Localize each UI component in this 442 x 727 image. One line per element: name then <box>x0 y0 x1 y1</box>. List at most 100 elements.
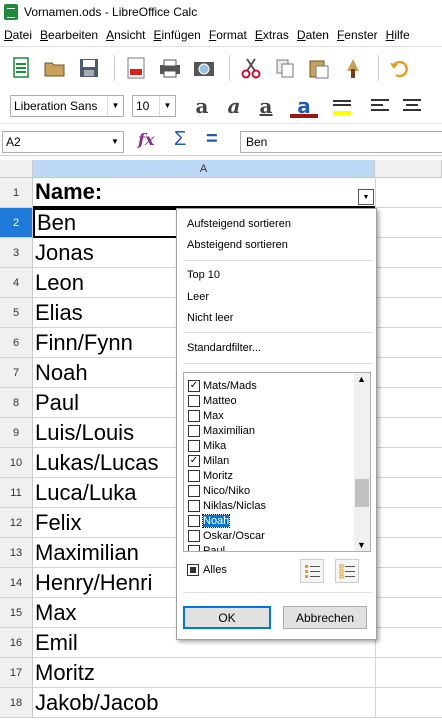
filter-list-item[interactable]: Moritz <box>188 468 233 483</box>
empty-cell[interactable] <box>375 598 442 628</box>
filter-list-item[interactable]: Maximilian <box>188 423 255 438</box>
italic-icon[interactable]: a <box>220 92 248 120</box>
row-header[interactable]: 10 <box>0 448 33 478</box>
row-header[interactable]: 5 <box>0 298 33 328</box>
underline-icon[interactable]: a <box>252 92 280 120</box>
checkbox[interactable] <box>188 394 200 407</box>
font-name-box[interactable]: Liberation Sans ▼ <box>10 94 124 117</box>
checkbox[interactable] <box>188 439 200 452</box>
font-color-icon[interactable]: a <box>290 92 318 120</box>
select-current-only-icon[interactable] <box>300 559 324 583</box>
empty-cell[interactable] <box>375 568 442 598</box>
row-header[interactable]: 2 <box>0 208 33 238</box>
row-header[interactable]: 12 <box>0 508 33 538</box>
chevron-up-icon[interactable]: ▲ <box>357 374 366 384</box>
checkbox[interactable] <box>188 424 200 437</box>
print-icon[interactable] <box>155 53 185 83</box>
clone-formatting-icon[interactable] <box>338 53 368 83</box>
open-folder-icon[interactable] <box>40 53 70 83</box>
name-cell[interactable]: Moritz <box>33 658 375 688</box>
sort-descending-item[interactable]: Absteigend sortieren <box>187 239 288 251</box>
row-header[interactable]: 11 <box>0 478 33 508</box>
empty-cell[interactable] <box>375 658 442 688</box>
menu-edit[interactable]: Bearbeiten <box>36 28 102 42</box>
list-scrollbar[interactable]: ▲ ▼ <box>354 373 370 551</box>
empty-cell[interactable] <box>375 538 442 568</box>
not-empty-item[interactable]: Nicht leer <box>187 312 233 324</box>
undo-icon[interactable] <box>385 53 415 83</box>
empty-cell[interactable] <box>375 388 442 418</box>
sort-ascending-item[interactable]: Aufsteigend sortieren <box>187 218 291 230</box>
menu-view[interactable]: Ansicht <box>102 28 149 42</box>
filter-list-item[interactable]: Matteo <box>188 393 237 408</box>
highlight-color-icon[interactable] <box>328 92 356 120</box>
align-center-icon[interactable] <box>398 92 426 120</box>
chevron-down-icon[interactable]: ▼ <box>159 95 175 116</box>
formula-input[interactable]: Ben <box>240 131 442 153</box>
checkbox[interactable] <box>188 529 200 542</box>
empty-cell[interactable] <box>375 628 442 658</box>
empty-cell[interactable] <box>375 688 442 718</box>
filter-list-item[interactable]: ✓ Milan <box>188 453 229 468</box>
row-header[interactable]: 7 <box>0 358 33 388</box>
export-pdf-icon[interactable] <box>121 53 151 83</box>
row-header[interactable]: 4 <box>0 268 33 298</box>
row-header[interactable]: 8 <box>0 388 33 418</box>
row-header[interactable]: 15 <box>0 598 33 628</box>
align-left-icon[interactable] <box>366 92 394 120</box>
empty-cell[interactable] <box>375 208 442 238</box>
row-header[interactable]: 13 <box>0 538 33 568</box>
column-header-b[interactable] <box>375 160 442 178</box>
checkbox[interactable] <box>188 514 200 527</box>
chevron-down-icon[interactable]: ▼ <box>107 132 123 152</box>
menu-insert[interactable]: Einfügen <box>149 28 204 42</box>
row-header[interactable]: 14 <box>0 568 33 598</box>
scrollbar-thumb[interactable] <box>355 479 369 507</box>
checkbox[interactable] <box>188 544 200 551</box>
bold-icon[interactable]: a <box>188 92 216 120</box>
row-header[interactable]: 17 <box>0 658 33 688</box>
checkbox[interactable] <box>188 484 200 497</box>
empty-cell[interactable] <box>375 448 442 478</box>
empty-cell[interactable] <box>375 508 442 538</box>
row-header[interactable]: 1 <box>0 178 33 208</box>
save-icon[interactable] <box>74 53 104 83</box>
chevron-down-icon[interactable]: ▼ <box>107 95 123 116</box>
standard-filter-item[interactable]: Standardfilter... <box>187 342 261 354</box>
menu-file[interactable]: Datei <box>0 28 36 42</box>
name-cell[interactable]: Jakob/Jacob <box>33 688 375 718</box>
empty-item[interactable]: Leer <box>187 291 209 303</box>
header-cell[interactable]: Name: <box>33 178 375 208</box>
empty-cell[interactable] <box>375 178 442 208</box>
filter-list-item[interactable]: Noah <box>188 513 231 528</box>
checkbox[interactable]: ✓ <box>188 454 200 467</box>
paste-icon[interactable] <box>304 53 334 83</box>
row-header[interactable]: 9 <box>0 418 33 448</box>
filter-list-item[interactable]: Nico/Niko <box>188 483 250 498</box>
menu-format[interactable]: Format <box>205 28 251 42</box>
empty-cell[interactable] <box>375 418 442 448</box>
autofilter-dropdown-button[interactable]: ▼ <box>358 189 374 205</box>
checkbox[interactable]: ✓ <box>188 379 200 392</box>
filter-list-item[interactable]: ✓ Mats/Mads <box>188 378 257 393</box>
ok-button[interactable]: OK <box>183 606 271 629</box>
checkbox[interactable] <box>188 469 200 482</box>
select-all-corner[interactable] <box>0 160 33 178</box>
filter-list-item[interactable]: Niklas/Niclas <box>188 498 266 513</box>
row-header[interactable]: 16 <box>0 628 33 658</box>
filter-list-item[interactable]: Paul <box>188 543 225 551</box>
formula-icon[interactable]: = <box>206 128 218 151</box>
sum-icon[interactable]: Σ <box>174 128 186 151</box>
cut-icon[interactable] <box>236 53 266 83</box>
select-all-toggle[interactable]: Alles <box>187 564 227 576</box>
empty-cell[interactable] <box>375 478 442 508</box>
column-header-a[interactable]: A <box>33 160 375 178</box>
menu-help[interactable]: Hilfe <box>382 28 414 42</box>
empty-cell[interactable] <box>375 328 442 358</box>
filter-list-item[interactable]: Max <box>188 408 224 423</box>
new-document-icon[interactable] <box>6 53 36 83</box>
checkbox[interactable] <box>188 499 200 512</box>
copy-icon[interactable] <box>270 53 300 83</box>
empty-cell[interactable] <box>375 298 442 328</box>
menu-tools[interactable]: Extras <box>251 28 293 42</box>
